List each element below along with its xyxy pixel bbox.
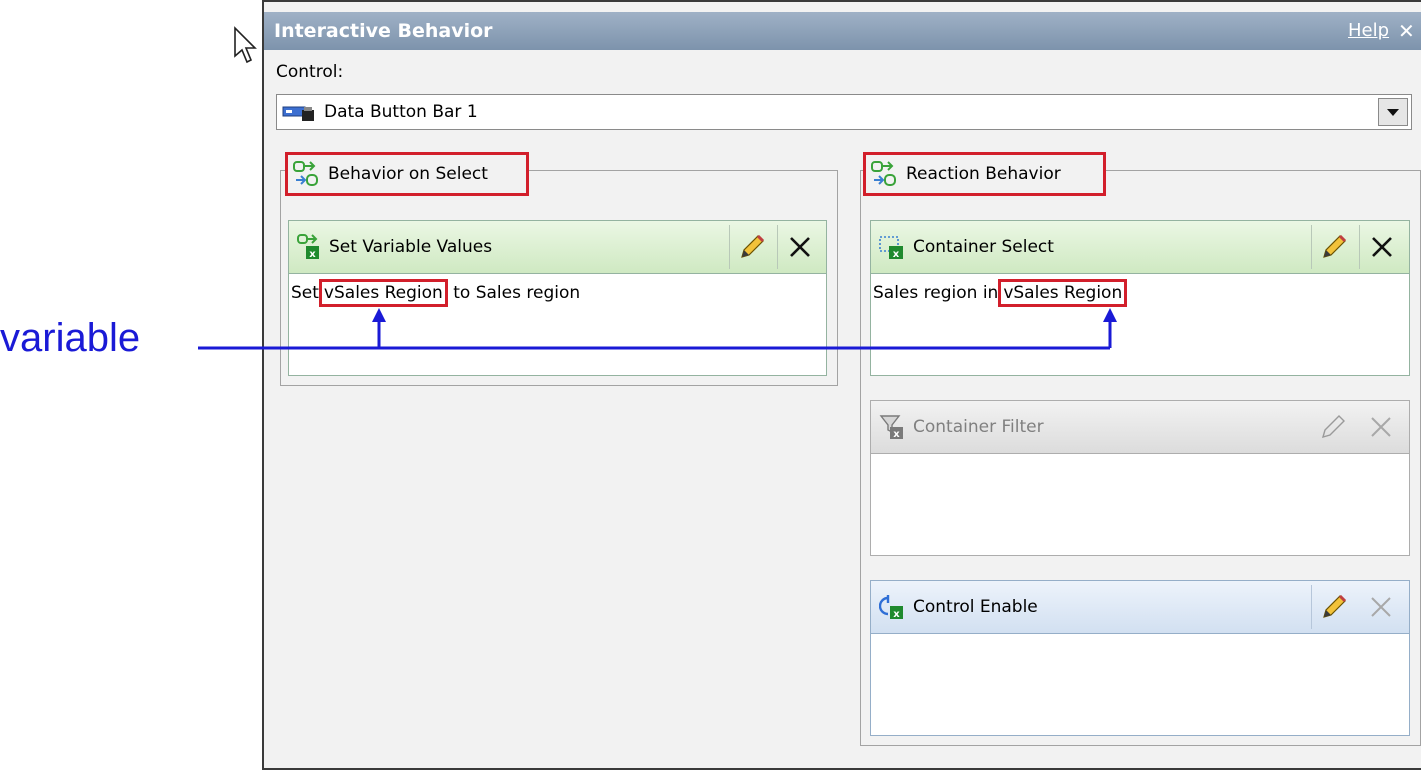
- annotation-arrows: [198, 308, 1117, 350]
